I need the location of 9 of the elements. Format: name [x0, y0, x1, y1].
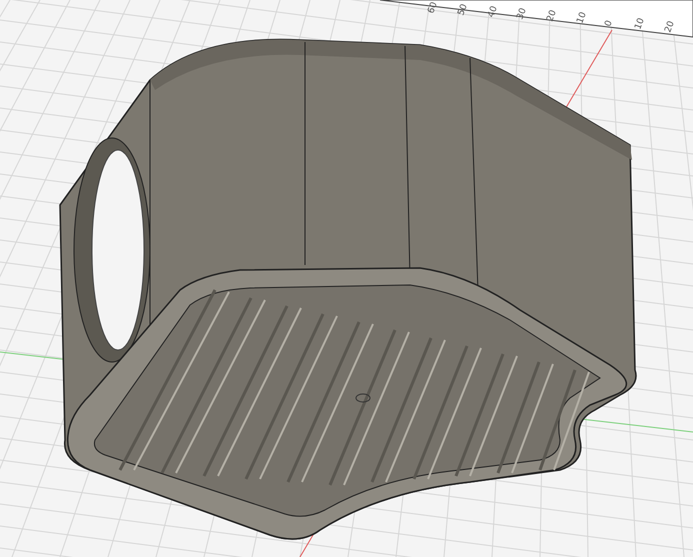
ruler-label: 20	[663, 20, 677, 34]
ruler-label: 30	[515, 6, 529, 22]
ruler-label: 10	[633, 16, 647, 32]
ruler-label: 20	[545, 8, 559, 24]
ruler-label: 40	[486, 4, 500, 20]
ruler-label: 0	[603, 19, 615, 28]
ruler-label: 50	[456, 2, 470, 18]
ruler-label: 10	[575, 10, 589, 26]
ruler-label: 60	[426, 0, 440, 16]
